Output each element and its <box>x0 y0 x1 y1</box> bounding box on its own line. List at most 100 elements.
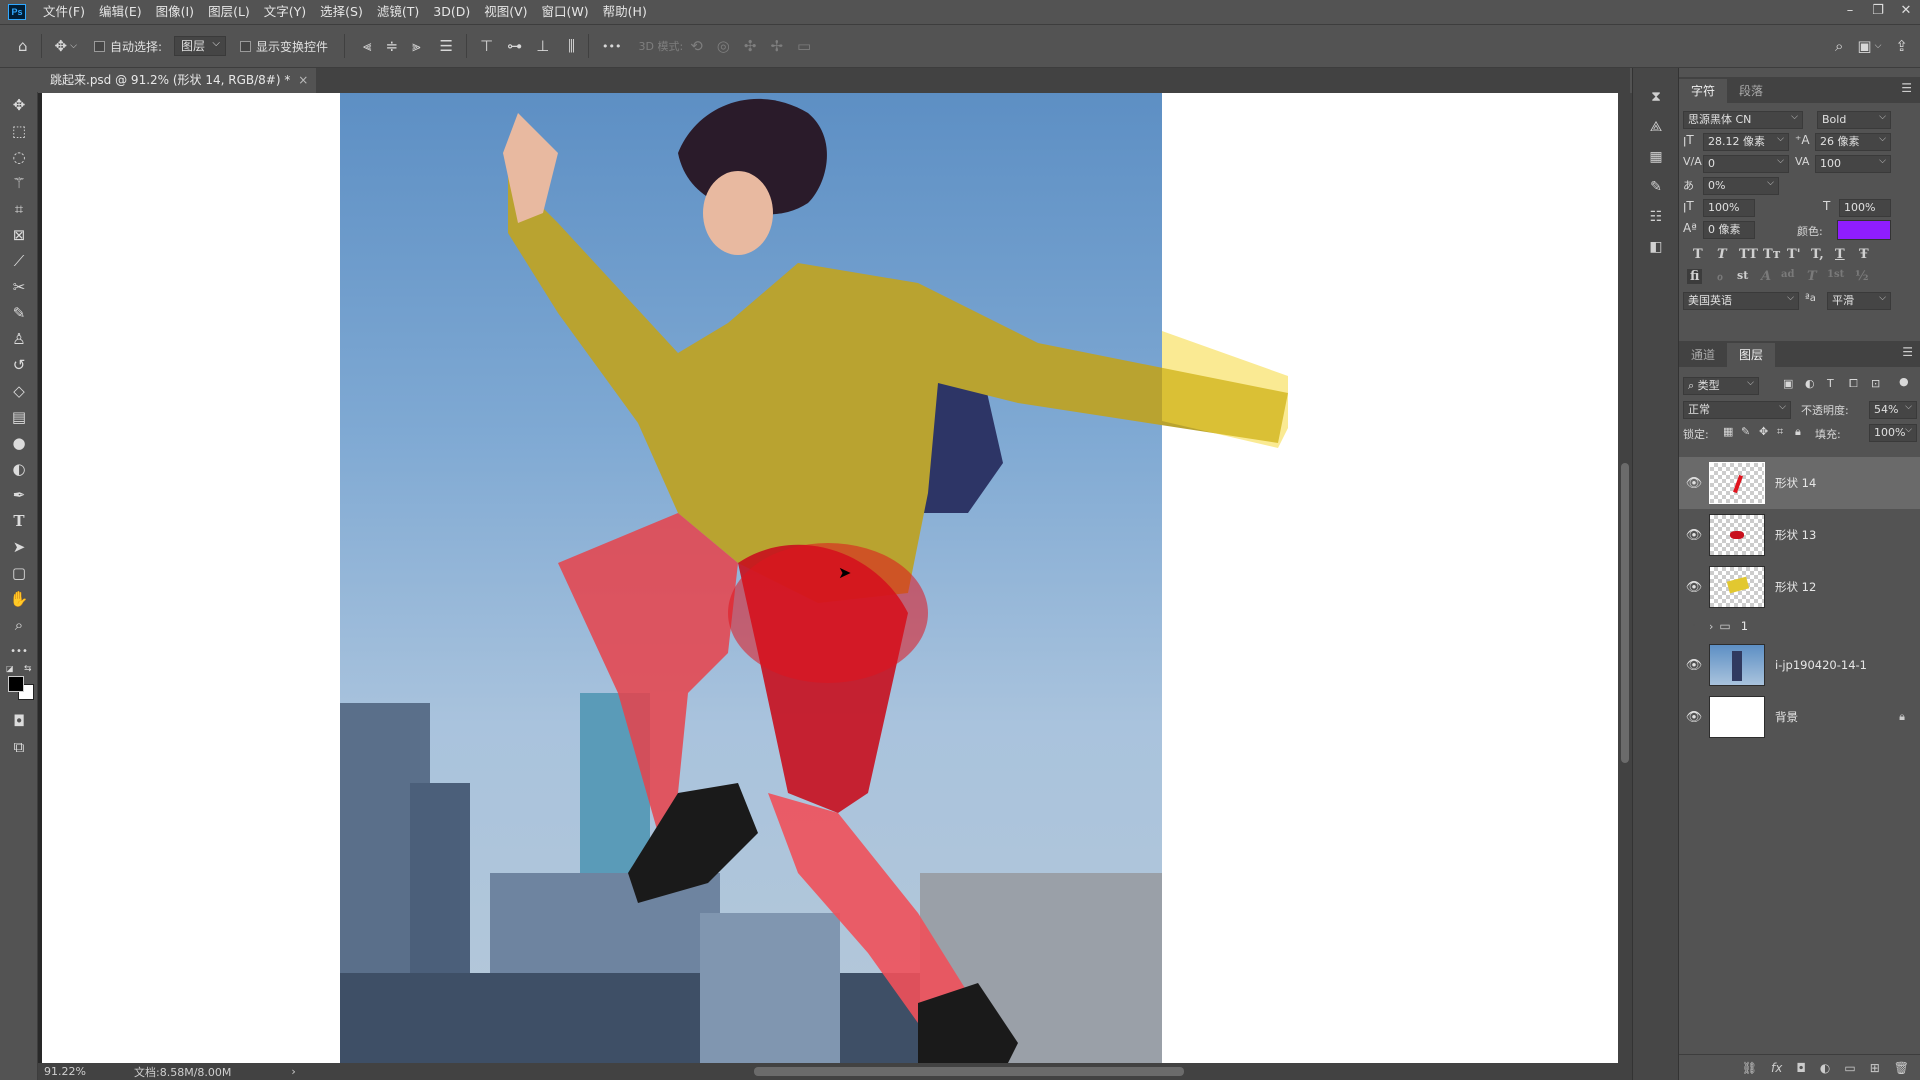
crop-tool-icon[interactable]: ⌗ <box>0 196 38 222</box>
share-icon[interactable]: ⇪ <box>1895 37 1908 55</box>
font-size-field[interactable]: 28.12 像素 <box>1703 131 1789 151</box>
align-bottom-icon[interactable]: ⊥ <box>536 37 549 55</box>
zoom-level[interactable]: 91.22% <box>44 1065 114 1078</box>
menu-help[interactable]: 帮助(H) <box>596 0 654 24</box>
layer-row-group-1[interactable]: · › ▭ 1 <box>1679 613 1920 639</box>
align-center-icon[interactable]: ≑ <box>385 37 398 55</box>
adjustments-icon[interactable]: ☷ <box>1633 202 1679 232</box>
move-tool-icon[interactable]: ✥ <box>0 92 38 118</box>
underline-icon[interactable]: T <box>1835 247 1845 262</box>
magic-wand-tool-icon[interactable]: ⚚ <box>0 170 38 196</box>
menu-image[interactable]: 图像(I) <box>149 0 201 24</box>
lock-artboard-icon[interactable]: ⌗ <box>1777 425 1783 439</box>
kerning-field[interactable]: 0 <box>1703 153 1789 173</box>
all-caps-icon[interactable]: TT <box>1739 247 1758 262</box>
marquee-tool-icon[interactable]: ⬚ <box>0 118 38 144</box>
swap-colors-icon[interactable]: ⇆ <box>24 664 32 674</box>
strikethrough-icon[interactable]: Ŧ <box>1859 247 1869 262</box>
font-style-dropdown[interactable]: Bold <box>1817 109 1891 129</box>
tab-layers[interactable]: 图层 <box>1727 343 1776 367</box>
layer-row-photo[interactable]: 👁︎ i-jp190420-14-1 <box>1679 639 1920 691</box>
menu-type[interactable]: 文字(Y) <box>257 0 313 24</box>
blend-mode-dropdown[interactable]: 正常 <box>1683 399 1791 419</box>
eye-icon[interactable]: 👁︎ <box>1679 476 1709 491</box>
color-swatches[interactable]: ◪ ⇆ <box>0 664 38 708</box>
horizontal-scale-field[interactable]: 100% <box>1839 199 1891 217</box>
brush-settings-icon[interactable]: ✎ <box>1633 172 1679 202</box>
eraser-tool-icon[interactable]: ◇ <box>0 378 38 404</box>
layer-row-shape-14[interactable]: 👁︎ 形状 14 <box>1679 457 1920 509</box>
distribute-vertical-icon[interactable]: ⫼ <box>568 37 575 55</box>
move-tool-preset-icon[interactable]: ✥ <box>55 37 68 55</box>
menu-filter[interactable]: 滤镜(T) <box>370 0 426 24</box>
properties-icon[interactable]: ◧ <box>1633 232 1679 262</box>
3d-panel-icon[interactable]: ⟁ <box>1633 112 1679 142</box>
chevron-down-icon[interactable]: ⌵ <box>1875 41 1882 51</box>
filter-smart-object-icon[interactable]: ⊡ <box>1871 377 1880 390</box>
subscript-icon[interactable]: T, <box>1811 247 1824 262</box>
menu-window[interactable]: 窗口(W) <box>535 0 596 24</box>
filter-pixel-icon[interactable]: ▣ <box>1783 377 1793 390</box>
panel-menu-icon[interactable]: ☰ <box>1901 81 1912 95</box>
layer-style-icon[interactable]: fx <box>1771 1061 1782 1075</box>
opacity-field[interactable]: 54% <box>1869 399 1917 419</box>
panel-menu-icon[interactable]: ☰ <box>1902 345 1913 359</box>
zoom-tool-icon[interactable]: ⌕ <box>0 612 38 638</box>
superscript-icon[interactable]: T' <box>1787 247 1801 262</box>
home-icon[interactable]: ⌂ <box>18 37 28 55</box>
align-middle-icon[interactable]: ⊶ <box>507 37 522 55</box>
layer-row-background[interactable]: 👁︎ 背景 🔒︎ <box>1679 691 1920 743</box>
more-options-icon[interactable]: ••• <box>602 40 621 53</box>
menu-select[interactable]: 选择(S) <box>313 0 370 24</box>
close-window-button[interactable]: ✕ <box>1892 0 1920 24</box>
restore-button[interactable]: ❐ <box>1864 0 1892 24</box>
menu-layer[interactable]: 图层(L) <box>201 0 257 24</box>
auto-select-checkbox[interactable] <box>93 40 105 52</box>
align-left-icon[interactable]: ⫷ <box>363 37 371 55</box>
eye-icon[interactable]: 👁︎ <box>1679 528 1709 543</box>
quick-mask-icon[interactable]: ◘ <box>0 708 38 734</box>
menu-3d[interactable]: 3D(D) <box>426 0 477 24</box>
language-dropdown[interactable]: 美国英语 <box>1683 290 1799 310</box>
minimize-button[interactable]: – <box>1836 0 1864 24</box>
antialias-dropdown[interactable]: 平滑 <box>1827 290 1891 310</box>
brush-tool-icon[interactable]: ✎ <box>0 300 38 326</box>
ligature-icon[interactable]: fi <box>1687 269 1703 284</box>
hand-tool-icon[interactable]: ✋ <box>0 586 38 612</box>
filter-shape-icon[interactable]: ⧠ <box>1849 377 1858 391</box>
healing-tool-icon[interactable]: ✂ <box>0 274 38 300</box>
adjustment-layer-icon[interactable]: ◐ <box>1820 1061 1830 1075</box>
lock-all-icon[interactable]: 🔒︎ <box>1795 425 1801 439</box>
status-menu-arrow[interactable]: › <box>291 1065 295 1078</box>
dodge-tool-icon[interactable]: ◐ <box>0 456 38 482</box>
foreground-color-swatch[interactable] <box>8 676 24 692</box>
stamp-tool-icon[interactable]: ♙ <box>0 326 38 352</box>
tsume-field[interactable]: 0% <box>1703 175 1779 195</box>
document-tab[interactable]: 跳起来.psd @ 91.2% (形状 14, RGB/8#) * × <box>38 68 317 93</box>
new-group-icon[interactable]: ▭ <box>1844 1061 1855 1075</box>
horizontal-scroll-thumb[interactable] <box>754 1067 1184 1076</box>
lock-image-icon[interactable]: ✎ <box>1741 425 1750 438</box>
tab-paragraph[interactable]: 段落 <box>1727 79 1775 103</box>
menu-edit[interactable]: 编辑(E) <box>92 0 149 24</box>
default-colors-icon[interactable]: ◪ <box>6 664 14 673</box>
chevron-down-icon[interactable]: ⌵ <box>70 41 77 51</box>
blur-tool-icon[interactable]: ● <box>0 430 38 456</box>
menu-view[interactable]: 视图(V) <box>477 0 534 24</box>
history-panel-icon[interactable]: ⧗ <box>1633 82 1679 112</box>
chevron-right-icon[interactable]: › <box>1709 620 1713 633</box>
auto-select-target-dropdown[interactable]: 图层 <box>173 35 226 56</box>
text-color-swatch[interactable] <box>1837 220 1891 240</box>
workspace-icon[interactable]: ▣ <box>1857 37 1871 55</box>
new-layer-icon[interactable]: ⊞ <box>1870 1061 1880 1075</box>
eye-icon[interactable]: 👁︎ <box>1679 710 1709 725</box>
show-transform-checkbox[interactable] <box>240 40 251 52</box>
lock-position-icon[interactable]: ✥ <box>1759 425 1768 438</box>
vertical-scale-field[interactable]: 100% <box>1703 199 1755 217</box>
path-select-tool-icon[interactable]: ➤ <box>0 534 38 560</box>
font-family-dropdown[interactable]: 思源黑体 CN <box>1683 109 1803 129</box>
filter-toggle-icon[interactable]: ● <box>1899 375 1909 388</box>
link-layers-icon[interactable]: ⛓ <box>1742 1061 1757 1075</box>
lock-transparent-icon[interactable]: ▦ <box>1723 425 1733 438</box>
filter-adjustment-icon[interactable]: ◐ <box>1805 377 1815 390</box>
